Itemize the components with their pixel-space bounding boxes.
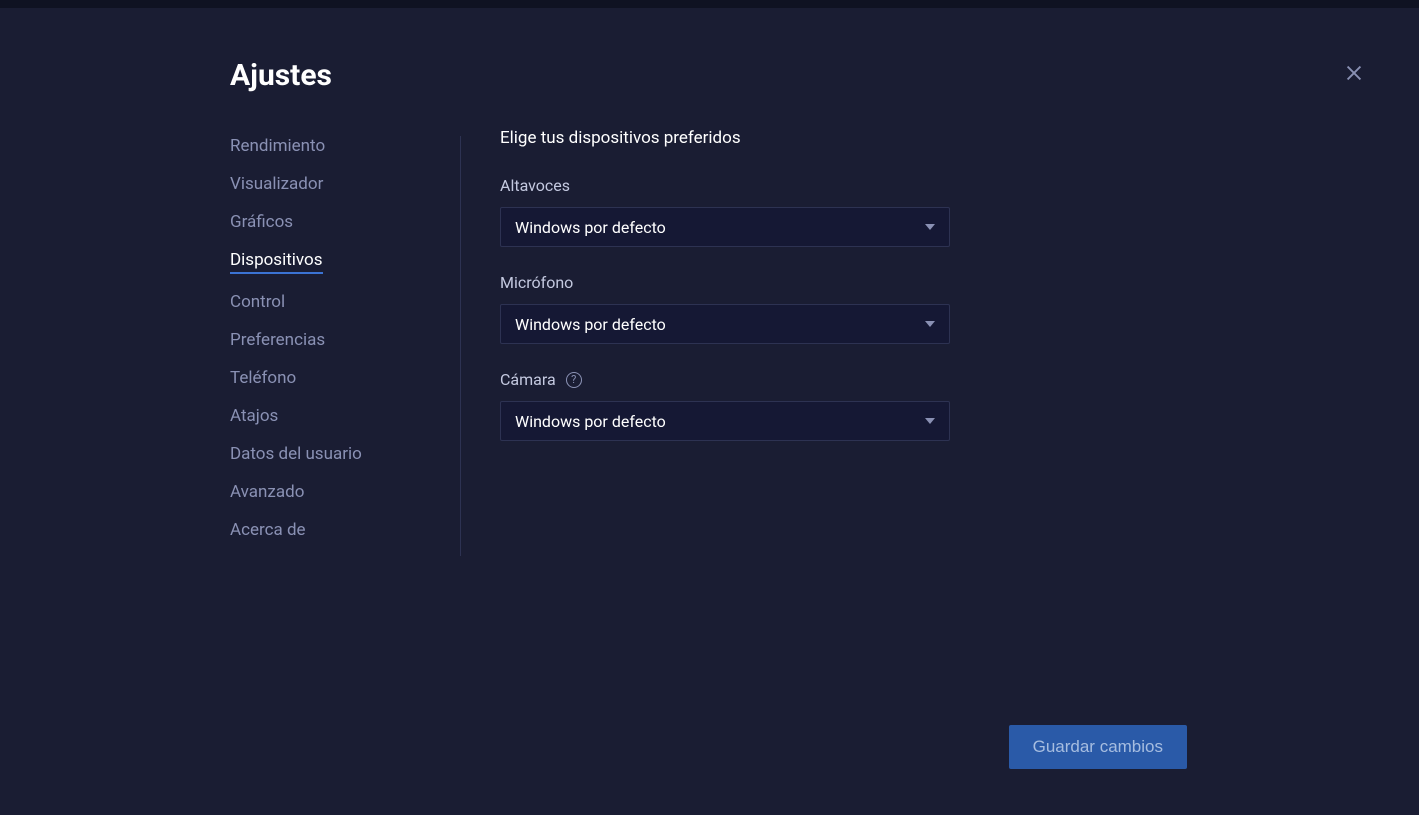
speakers-label-text: Altavoces: [500, 176, 570, 195]
microphone-select[interactable]: Windows por defecto: [500, 304, 950, 344]
main-panel: Elige tus dispositivos preferidos Altavo…: [500, 128, 950, 467]
camera-group: Cámara ? Windows por defecto: [500, 370, 950, 441]
speakers-select-value: Windows por defecto: [515, 218, 666, 237]
sidebar-item-control[interactable]: Control: [230, 292, 285, 312]
speakers-group: Altavoces Windows por defecto: [500, 176, 950, 247]
save-button[interactable]: Guardar cambios: [1009, 725, 1187, 769]
chevron-down-icon: [925, 416, 935, 426]
microphone-group: Micrófono Windows por defecto: [500, 273, 950, 344]
sidebar-item-atajos[interactable]: Atajos: [230, 406, 278, 426]
microphone-select-value: Windows por defecto: [515, 315, 666, 334]
sidebar-item-rendimiento[interactable]: Rendimiento: [230, 136, 325, 156]
sidebar-item-preferencias[interactable]: Preferencias: [230, 330, 325, 350]
camera-select-value: Windows por defecto: [515, 412, 666, 431]
sidebar-item-graficos[interactable]: Gráficos: [230, 212, 293, 232]
camera-label-text: Cámara: [500, 370, 556, 389]
sidebar-item-avanzado[interactable]: Avanzado: [230, 482, 304, 502]
sidebar-item-visualizador[interactable]: Visualizador: [230, 174, 323, 194]
settings-container: Ajustes Rendimiento Visualizador Gráfico…: [0, 8, 1419, 815]
close-button[interactable]: [1343, 62, 1365, 84]
page-title: Ajustes: [230, 58, 332, 93]
speakers-select[interactable]: Windows por defecto: [500, 207, 950, 247]
section-title: Elige tus dispositivos preferidos: [500, 128, 950, 148]
top-bar: [0, 0, 1419, 8]
chevron-down-icon: [925, 222, 935, 232]
camera-select[interactable]: Windows por defecto: [500, 401, 950, 441]
chevron-down-icon: [925, 319, 935, 329]
microphone-label-text: Micrófono: [500, 273, 573, 292]
sidebar-item-telefono[interactable]: Teléfono: [230, 368, 296, 388]
sidebar-item-datos-usuario[interactable]: Datos del usuario: [230, 444, 362, 464]
vertical-divider: [460, 136, 461, 556]
sidebar-nav: Rendimiento Visualizador Gráficos Dispos…: [230, 136, 460, 540]
close-icon: [1343, 62, 1365, 84]
help-icon[interactable]: ?: [566, 372, 582, 388]
microphone-label: Micrófono: [500, 273, 950, 292]
sidebar-item-acerca-de[interactable]: Acerca de: [230, 520, 306, 540]
camera-label: Cámara ?: [500, 370, 950, 389]
speakers-label: Altavoces: [500, 176, 950, 195]
sidebar-item-dispositivos[interactable]: Dispositivos: [230, 250, 323, 274]
